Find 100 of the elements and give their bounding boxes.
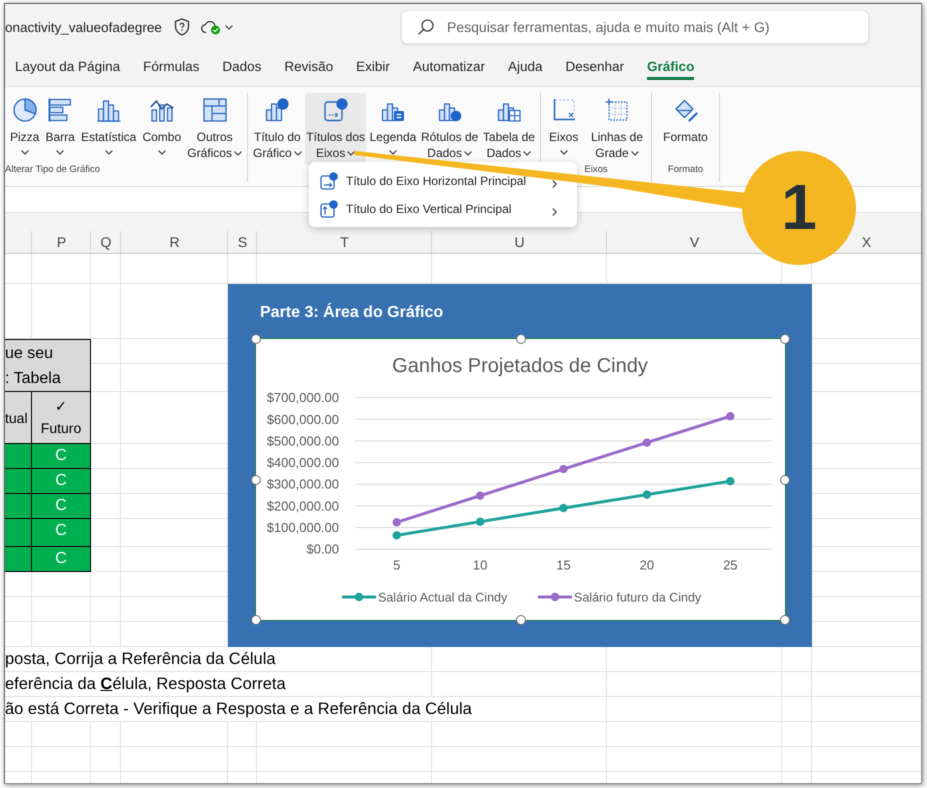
chevron-down-icon — [294, 151, 302, 156]
cloud-check-icon — [200, 19, 221, 35]
chart-title: Ganhos Projetados de Cindy — [392, 355, 648, 377]
chevron-down-icon — [464, 151, 472, 156]
resize-handle[interactable] — [251, 334, 261, 344]
ribbon-button[interactable]: Barra — [44, 93, 76, 165]
chevron-down-icon — [523, 151, 532, 156]
chevron-right-icon — [552, 180, 557, 188]
legend-label: Salário futuro da Cindy — [574, 590, 702, 604]
y-axis-label: $100,000.00 — [266, 520, 339, 536]
chevron-down-icon — [234, 151, 242, 156]
chevron-down-icon — [56, 150, 64, 155]
paint-bucket-icon — [674, 98, 698, 122]
bar-chart-icon — [48, 98, 72, 122]
resize-handle[interactable] — [251, 474, 261, 484]
chevron-down-icon — [104, 150, 113, 155]
x-axis-label: 25 — [723, 558, 738, 572]
ribbon-button[interactable]: Títulos dos Eixos — [305, 93, 366, 165]
tab[interactable]: Layout da Página — [15, 50, 120, 80]
x-axis-label: 5 — [393, 558, 400, 572]
tab[interactable]: Dados — [222, 50, 262, 80]
chevron-down-icon — [347, 151, 356, 156]
tab[interactable]: Gráfico — [647, 50, 694, 80]
legend-label: Salário Actual da Cindy — [378, 590, 508, 604]
menu-item[interactable]: Título do Eixo Vertical Principal — [309, 195, 577, 223]
column-header[interactable]: V — [690, 231, 700, 253]
ribbon-button[interactable]: Combo — [141, 93, 182, 165]
column-header[interactable]: R — [169, 231, 180, 253]
group-label: Eixos — [584, 165, 608, 175]
table-title-cell: ue seu : Tabela — [5, 339, 91, 392]
tab[interactable]: Fórmulas — [143, 50, 200, 80]
ribbon-button[interactable]: Outros Gráficos — [186, 93, 243, 165]
note-text: eferência da Célula, Resposta Correta — [5, 672, 289, 696]
tab[interactable]: Automatizar — [412, 50, 485, 80]
file-name: onactivity_valueofadegree — [5, 20, 162, 34]
chevron-down-icon — [560, 150, 568, 155]
tab[interactable]: Ajuda — [508, 50, 542, 80]
shield-icon — [174, 18, 190, 36]
tab[interactable]: Desenhar — [566, 50, 624, 80]
note-text: posta, Corrija a Referência da Célula — [5, 647, 279, 671]
axes-icon — [552, 98, 576, 122]
y-axis-label: $200,000.00 — [266, 498, 339, 514]
group-label: Formato — [668, 165, 704, 175]
column-header[interactable]: P — [56, 231, 66, 253]
column-header[interactable]: T — [340, 231, 349, 253]
bars-badge-icon — [265, 98, 290, 122]
x-axis-label: 20 — [640, 558, 654, 572]
column-header[interactable]: U — [514, 231, 525, 253]
y-axis-label: $600,000.00 — [266, 412, 339, 427]
chart-panel[interactable] — [228, 284, 812, 647]
resize-handle[interactable] — [516, 615, 526, 625]
y-axis-label: $400,000.00 — [266, 455, 339, 470]
chevron-right-icon — [552, 208, 557, 216]
column-header[interactable]: X — [862, 231, 872, 253]
resize-handle[interactable] — [780, 474, 790, 484]
histogram-icon — [96, 98, 121, 122]
ribbon-button[interactable]: Estatística — [80, 93, 138, 165]
chart-grid-icon — [202, 98, 227, 122]
tab[interactable]: Exibir — [356, 50, 390, 80]
ribbon-button[interactable]: Linhas de Grade — [590, 93, 644, 165]
column-header[interactable]: Q — [100, 231, 112, 253]
x-axis-label: 10 — [472, 558, 488, 572]
search-icon — [418, 19, 434, 35]
y-axis-label: $700,000.00 — [266, 390, 339, 406]
resize-handle[interactable] — [516, 334, 526, 344]
chevron-down-icon — [388, 150, 397, 155]
search-field[interactable]: Pesquisar ferramentas, ajuda e muito mais (Alt + G) — [401, 10, 869, 44]
y-axis-label: $0.00 — [306, 542, 339, 557]
pie-chart-icon — [12, 98, 37, 122]
result-cell: C — [32, 494, 91, 519]
gridlines-icon — [604, 98, 629, 122]
resize-handle[interactable] — [780, 615, 790, 625]
chevron-down-icon — [158, 150, 166, 155]
ribbon-button[interactable]: Formato — [662, 93, 709, 165]
result-cell: C — [32, 444, 91, 469]
ribbon-button[interactable]: Pizza — [9, 93, 40, 165]
result-cell: C — [32, 469, 91, 494]
tab[interactable]: Revisão — [284, 50, 334, 80]
group-label: Alterar Tipo de Gráfico — [5, 165, 100, 175]
column-title-cell: tual — [5, 392, 32, 444]
chevron-down-icon — [20, 150, 29, 155]
note-text: ão está Correta - Verifique a Resposta e a Referência da Célula — [5, 697, 475, 721]
resize-handle[interactable] — [251, 615, 261, 625]
chevron-down-icon — [224, 24, 233, 30]
ribbon-button[interactable]: Eixos — [548, 93, 580, 165]
y-axis-label: $300,000.00 — [266, 476, 339, 492]
frame-badge-icon — [324, 98, 348, 122]
combo-chart-icon — [150, 98, 174, 122]
worksheet[interactable] — [5, 254, 921, 783]
column-header[interactable]: S — [238, 231, 248, 253]
result-cell: C — [32, 547, 91, 572]
chart-heading: Parte 3: Área do Gráfico — [260, 303, 444, 323]
y-axis-label: $500,000.00 — [266, 433, 339, 448]
column-title-cell: ✓ Futuro — [32, 392, 91, 444]
resize-handle[interactable] — [780, 334, 790, 344]
chevron-down-icon — [630, 151, 639, 156]
x-axis-label: 15 — [556, 558, 571, 572]
ribbon-button[interactable]: Título do Gráfico — [252, 93, 303, 165]
menu-item[interactable]: Título do Eixo Horizontal Principal — [309, 167, 577, 195]
result-cell: C — [32, 519, 91, 547]
